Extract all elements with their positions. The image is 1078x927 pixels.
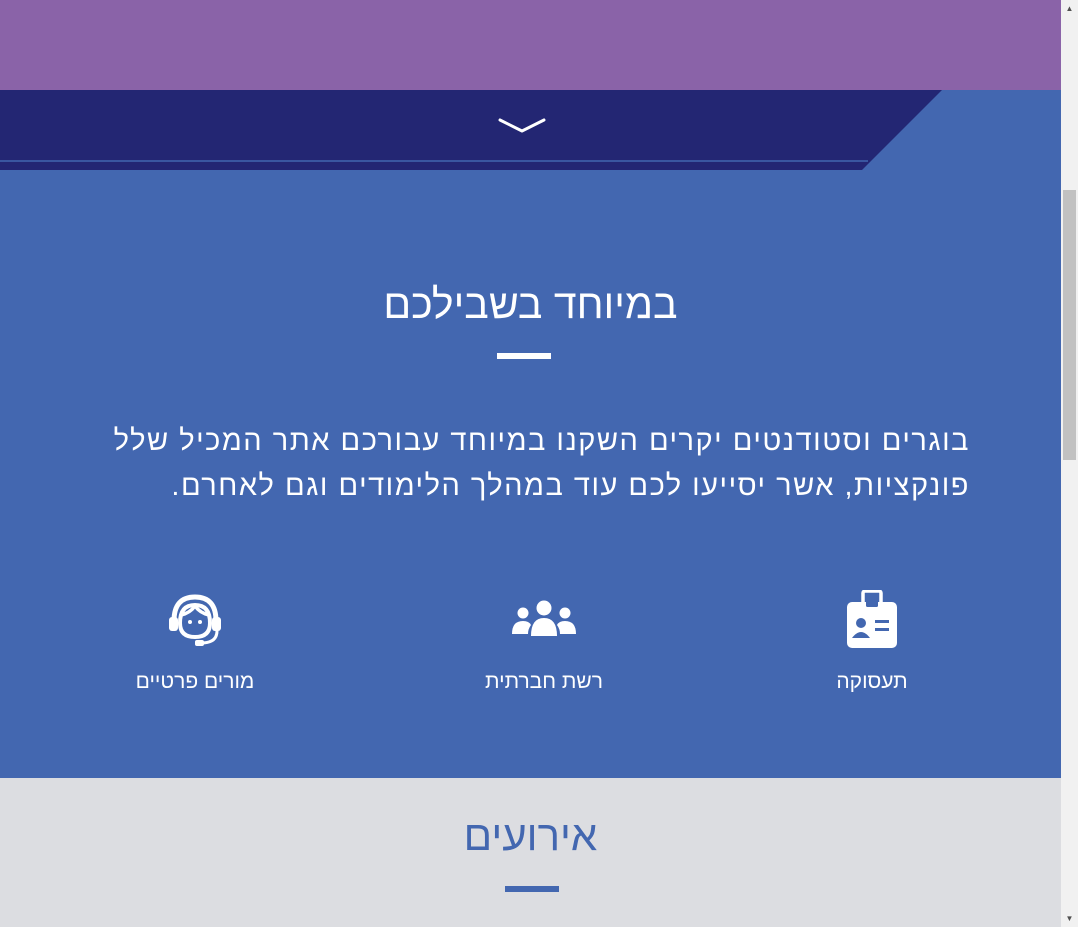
title-divider — [497, 353, 551, 359]
page-viewport: במיוחד בשבילכם בוגרים וסטודנטים יקרים הש… — [0, 0, 1061, 927]
id-badge-icon — [772, 588, 972, 652]
feature-label: רשת חברתית — [485, 670, 603, 693]
scroll-down-arrow-icon[interactable]: ▼ — [1061, 910, 1078, 927]
feature-label: תעסוקה — [836, 670, 908, 693]
feature-private-tutors[interactable]: מורים פרטיים — [95, 588, 295, 694]
feature-social-network[interactable]: רשת חברתית — [444, 588, 644, 694]
feature-label: מורים פרטיים — [135, 670, 255, 693]
scroll-down-button[interactable] — [490, 108, 554, 148]
hero-banner — [0, 0, 1061, 90]
feature-employment[interactable]: תעסוקה — [772, 588, 972, 694]
section-title: במיוחד בשבילכם — [383, 281, 678, 327]
scroll-up-arrow-icon[interactable]: ▲ — [1061, 0, 1078, 17]
scrollbar-thumb[interactable] — [1063, 190, 1076, 460]
users-icon — [444, 588, 644, 652]
chevron-down-icon — [498, 117, 546, 140]
events-title: אירועים — [463, 812, 598, 859]
intro-text: בוגרים וסטודנטים יקרים השקנו במיוחד עבור… — [113, 425, 970, 502]
vertical-scrollbar[interactable]: ▲ ▼ — [1061, 0, 1078, 927]
events-divider — [505, 886, 559, 892]
headset-person-icon — [95, 588, 295, 652]
